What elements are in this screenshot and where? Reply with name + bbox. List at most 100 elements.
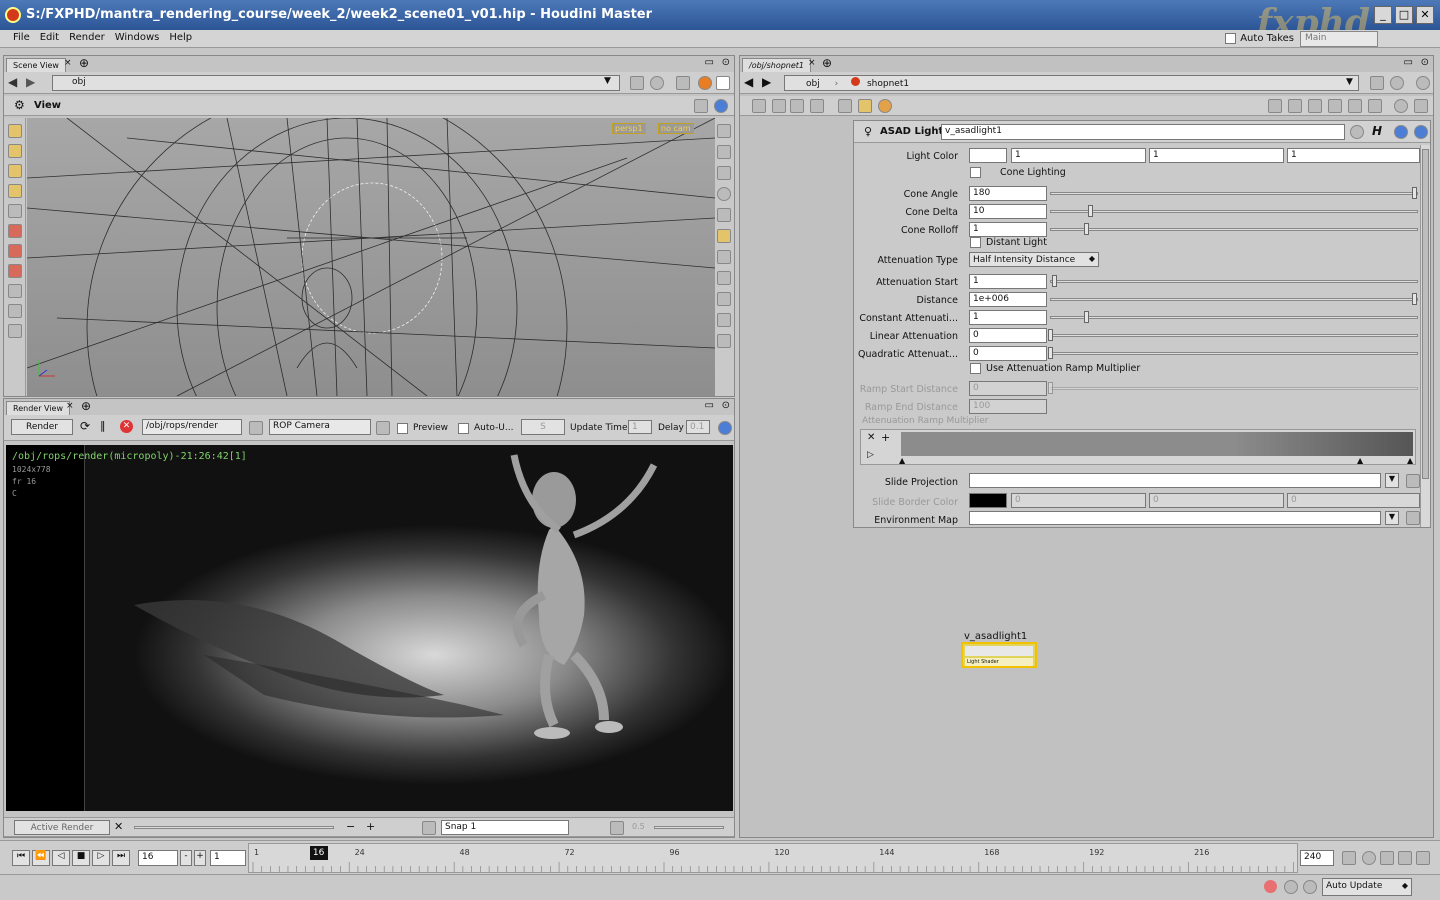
snap-field[interactable]: Snap 1 <box>441 820 569 835</box>
forward-icon[interactable]: ▶ <box>762 75 771 89</box>
grid-view-icon[interactable] <box>790 99 804 113</box>
constant-attenuati-slider-handle[interactable] <box>1084 311 1089 323</box>
distance-field[interactable]: 1e+006 <box>969 292 1047 307</box>
scene-path-field[interactable]: obj <box>52 75 620 91</box>
refresh-icon[interactable]: ⟳ <box>80 419 90 433</box>
ramp-key-start[interactable]: ▲ <box>899 456 905 465</box>
compare-icon[interactable] <box>610 821 624 835</box>
cube-icon[interactable] <box>676 76 690 90</box>
current-frame-marker[interactable]: 16 <box>309 846 328 860</box>
search-icon[interactable] <box>1416 76 1430 90</box>
select-tool-icon[interactable] <box>8 124 22 138</box>
scale-tool-icon[interactable] <box>8 264 22 278</box>
rotate-tool-icon[interactable] <box>8 244 22 258</box>
quadratic-attenuat-slider-handle[interactable] <box>1048 347 1053 359</box>
lock-camera-icon[interactable] <box>717 208 731 222</box>
pane-max-icon[interactable]: ▭ <box>705 57 714 68</box>
step-back-icon[interactable]: ⏪ <box>32 850 50 866</box>
play-reverse-icon[interactable]: ◁ <box>52 850 70 866</box>
camera-field[interactable]: ROP Camera <box>269 419 371 435</box>
realtime-icon[interactable] <box>1362 851 1376 865</box>
link-icon[interactable] <box>650 76 664 90</box>
pin-icon[interactable] <box>1370 76 1384 90</box>
menu-render[interactable]: Render <box>64 30 110 45</box>
close-tab-icon[interactable]: × <box>64 58 72 68</box>
s-button[interactable]: S <box>521 419 565 435</box>
global-anim-icon[interactable] <box>1342 851 1356 865</box>
minus-icon[interactable]: − <box>346 820 355 833</box>
cone-rolloff-slider[interactable] <box>1050 228 1418 231</box>
ramp-delete-icon[interactable]: ✕ <box>867 432 875 443</box>
timeline-options-icon[interactable] <box>1416 851 1430 865</box>
environment-map-browse-icon[interactable] <box>1406 511 1420 525</box>
light-color-r[interactable]: 1 <box>1011 148 1146 163</box>
constant-attenuati-field[interactable]: 1 <box>969 310 1047 325</box>
add-tab-icon[interactable]: ⊕ <box>79 56 89 70</box>
help-icon[interactable] <box>714 99 728 113</box>
rop-path-field[interactable]: /obj/rops/render <box>142 419 242 435</box>
crumb-obj[interactable]: obj <box>806 79 820 89</box>
ramp-key-mid[interactable]: ▲ <box>1357 456 1363 465</box>
tab-render-view[interactable]: Render View <box>6 401 71 415</box>
slide-border-r[interactable]: 0 <box>1011 493 1146 508</box>
grid-icon[interactable] <box>1368 99 1382 113</box>
time-slider[interactable]: 1 24 48 72 96 120 144 168 192 216 16 <box>248 843 1298 873</box>
error-icon[interactable] <box>1264 880 1277 893</box>
path-dropdown-icon[interactable]: ▼ <box>604 76 611 86</box>
attenuation-start-field[interactable]: 1 <box>969 274 1047 289</box>
audio-icon[interactable] <box>1398 851 1412 865</box>
snap-tool-icon[interactable] <box>8 304 22 318</box>
display-icon[interactable] <box>716 76 730 90</box>
param-gear-icon[interactable] <box>1350 125 1364 139</box>
active-render-menu[interactable]: Active Render <box>14 820 110 835</box>
crumb-shopnet[interactable]: shopnet1 <box>867 79 909 89</box>
pose-tool-icon[interactable] <box>8 284 22 298</box>
auto-takes-toggle[interactable]: Auto Takes <box>1225 33 1294 44</box>
current-frame-field[interactable]: 16 <box>138 850 178 866</box>
wire-icon[interactable] <box>1288 99 1302 113</box>
tumble-tool-icon[interactable] <box>8 144 22 158</box>
stop-playback-icon[interactable]: ■ <box>72 850 90 866</box>
frame-all-icon[interactable] <box>1414 99 1428 113</box>
distant-light-checkbox[interactable] <box>970 237 981 248</box>
ghost-icon[interactable] <box>717 166 731 180</box>
viewport-3d[interactable]: persp1 no cam <box>27 118 715 396</box>
camera-icon[interactable] <box>717 229 731 243</box>
take-field[interactable]: Main <box>1300 31 1378 47</box>
layout-icon[interactable] <box>838 99 852 113</box>
param-scrollbar[interactable] <box>1420 145 1430 527</box>
display-option-icon[interactable] <box>717 124 731 138</box>
jump-end-icon[interactable]: ⏭ <box>112 850 130 866</box>
light-color-swatch[interactable] <box>969 148 1007 163</box>
slide-border-swatch[interactable] <box>969 493 1007 508</box>
history-slider[interactable] <box>134 826 334 829</box>
zoom-tool-icon[interactable] <box>8 184 22 198</box>
clear-icon[interactable]: ✕ <box>114 820 123 833</box>
plus-icon[interactable]: + <box>366 820 375 833</box>
tree-view-icon[interactable] <box>752 99 766 113</box>
slide-border-b[interactable]: 0 <box>1287 493 1420 508</box>
node-name-field[interactable]: v_asadlight1 <box>941 124 1345 140</box>
eraser-tool-icon[interactable] <box>8 324 22 338</box>
cone-delta-slider[interactable] <box>1050 210 1418 213</box>
stop-icon[interactable]: ✕ <box>120 420 133 433</box>
normal-icon[interactable] <box>717 334 731 348</box>
list-view-icon[interactable] <box>772 99 786 113</box>
table-view-icon[interactable] <box>810 99 824 113</box>
pane-menu-icon[interactable]: ⊙ <box>722 400 730 411</box>
render-button[interactable]: Render <box>11 419 73 435</box>
auto-update-menu[interactable]: Auto Update ◆ <box>1322 878 1412 896</box>
close-tab-icon[interactable]: × <box>808 58 816 68</box>
info-icon[interactable] <box>1414 125 1428 139</box>
rop-select-icon[interactable] <box>249 421 263 435</box>
delay-field[interactable]: 0.1 <box>686 420 710 434</box>
tab-scene-view[interactable]: Scene View <box>6 58 66 72</box>
jump-start-icon[interactable]: ⏮ <box>12 850 30 866</box>
snapshot-icon[interactable] <box>717 271 731 285</box>
ramp-add-icon[interactable]: + <box>881 431 890 444</box>
snapshot-camera-icon[interactable] <box>422 821 436 835</box>
light-color-g[interactable]: 1 <box>1149 148 1284 163</box>
forward-icon[interactable]: ▶ <box>26 75 35 89</box>
flag-icon[interactable] <box>1268 99 1282 113</box>
branch-icon[interactable] <box>1308 99 1322 113</box>
